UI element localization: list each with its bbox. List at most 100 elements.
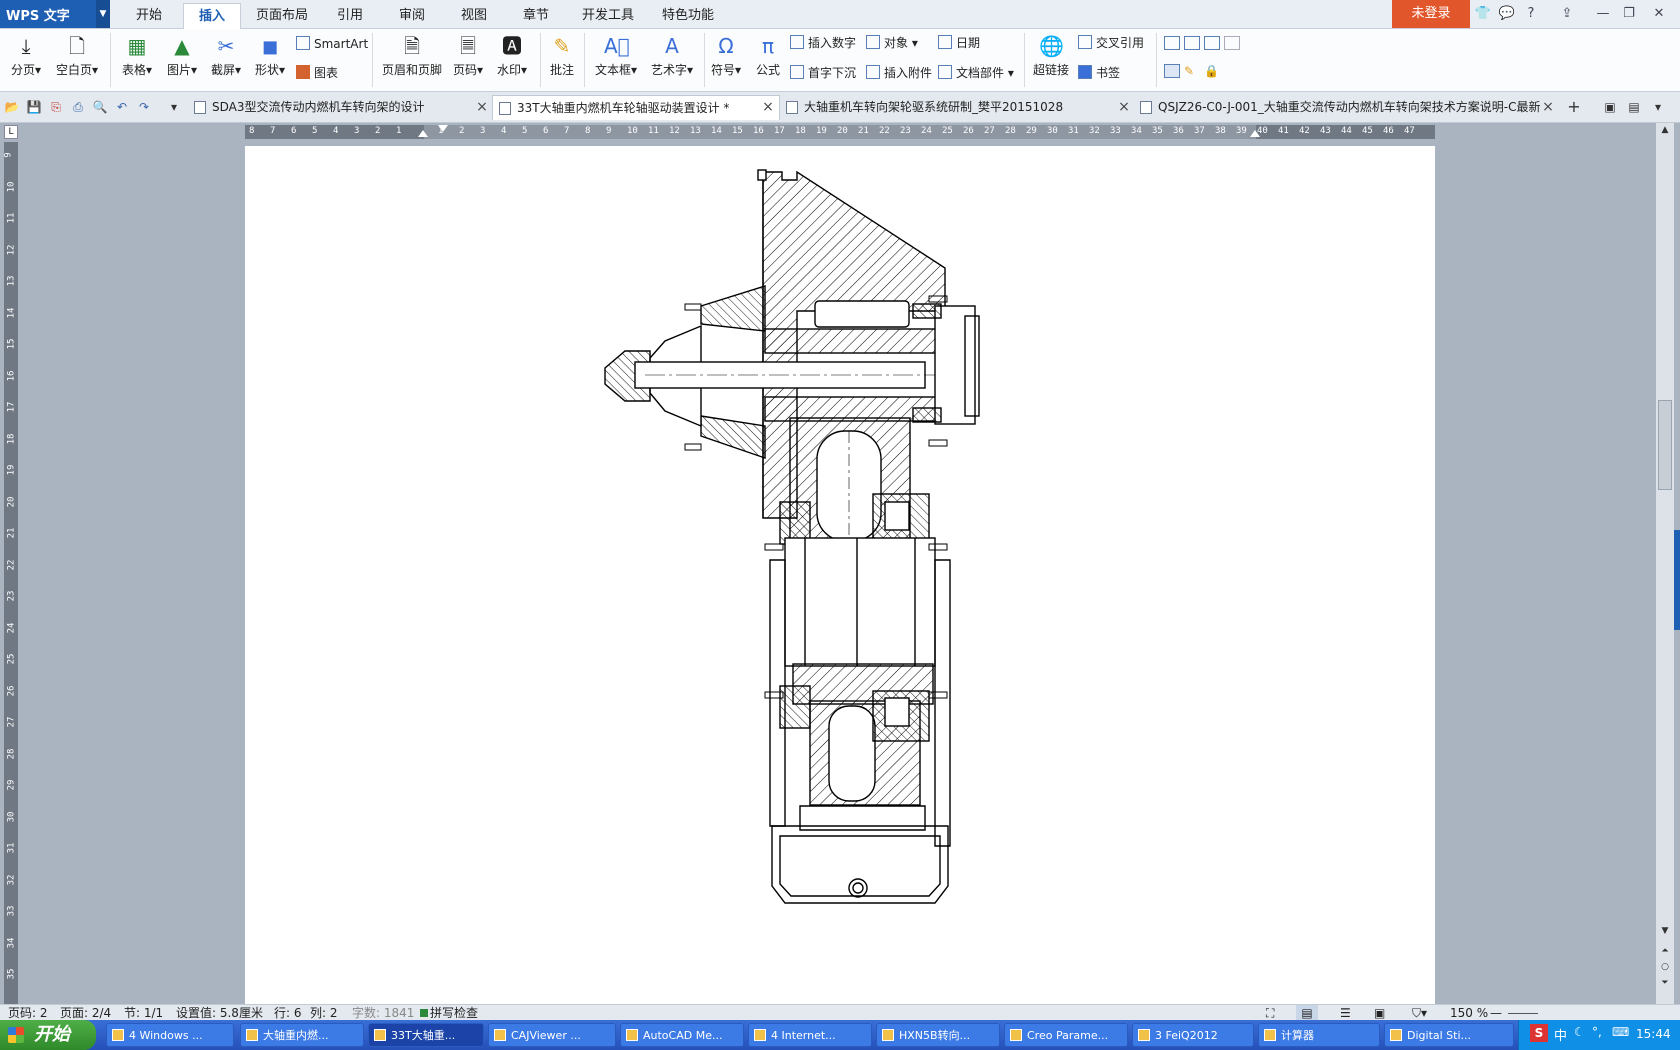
page-break-button[interactable]: ⤓ 分页▾ <box>6 34 46 78</box>
eraser-icon[interactable]: ✎ <box>1184 64 1200 78</box>
undo-icon[interactable]: ↶ <box>114 99 130 115</box>
restore-icon[interactable]: ❐ <box>1620 5 1638 23</box>
new-tab-icon[interactable]: + <box>1566 99 1582 115</box>
menu-features[interactable]: 特色功能 <box>656 0 720 28</box>
tab-document-1[interactable]: SDA3型交流传动内燃机车转向架的设计 <box>188 95 488 120</box>
scroll-down-icon[interactable]: ▼ <box>1659 926 1671 938</box>
doc-parts-button[interactable]: 文档部件 ▾ <box>938 64 1014 81</box>
chat-icon[interactable]: 💬 <box>1498 5 1516 23</box>
doc-menu-icon[interactable]: ▾ <box>1650 99 1666 115</box>
insert-number-button[interactable]: 插入数字 <box>790 34 856 51</box>
tab-document-3[interactable]: 大轴重机车转向架轮驱系统研制_樊平20151028 <box>780 95 1130 120</box>
fit-page-icon[interactable]: ⛶ <box>1266 1005 1274 1021</box>
design-mode-icon[interactable] <box>1164 64 1180 78</box>
print-preview-icon[interactable]: 🔍 <box>92 99 108 115</box>
insert-attachment-button[interactable]: 插入附件 <box>866 64 932 81</box>
taskbar-item[interactable]: AutoCAD Me... <box>620 1023 744 1047</box>
side-panel-toggle[interactable] <box>1674 530 1680 630</box>
chart-button[interactable]: 图表 <box>296 64 338 81</box>
cross-reference-button[interactable]: 交叉引用 <box>1078 34 1144 51</box>
menu-page-layout[interactable]: 页面布局 <box>252 0 312 28</box>
next-page-icon[interactable]: ⏷ <box>1659 978 1671 990</box>
share-icon[interactable]: ⇪ <box>1558 5 1576 23</box>
close-icon[interactable]: ✕ <box>1650 5 1668 23</box>
taskbar-item[interactable]: 计算器 <box>1258 1023 1380 1047</box>
picture-button[interactable]: ▲ 图片▾ <box>162 34 202 78</box>
checkbox-control-icon[interactable] <box>1184 36 1200 50</box>
print-icon[interactable]: ⎙ <box>70 99 86 115</box>
taskbar-item[interactable]: HXN5B转向... <box>876 1023 1000 1047</box>
spell-check-button[interactable]: 拼写检查 <box>430 1005 478 1021</box>
page-number-button[interactable]: 🗏 页码▾ <box>450 34 486 78</box>
shape-button[interactable]: ◼ 形状▾ <box>250 34 290 78</box>
screenshot-button[interactable]: ✂ 截屏▾ <box>206 34 246 78</box>
menu-developer[interactable]: 开发工具 <box>578 0 638 28</box>
vertical-scrollbar[interactable] <box>1656 123 1674 1004</box>
textfield-control-icon[interactable] <box>1164 36 1180 50</box>
web-view-icon[interactable]: ▣ <box>1374 1005 1385 1021</box>
taskbar-item[interactable]: 3 FeiQ2012 <box>1132 1023 1254 1047</box>
help-icon[interactable]: ? <box>1522 5 1540 23</box>
save-icon[interactable]: 💾 <box>26 99 42 115</box>
comment-button[interactable]: ✎ 批注 <box>546 34 578 78</box>
blank-page-button[interactable]: 🗋 空白页▾ <box>52 34 102 78</box>
moon-icon[interactable]: ☾ <box>1574 1025 1585 1039</box>
taskbar-item[interactable]: 33T大轴重... <box>368 1023 484 1047</box>
status-word-count[interactable]: 字数: 1841 <box>352 1005 414 1021</box>
status-pages[interactable]: 页面: 2/4 <box>60 1005 111 1021</box>
doc-switch-icon[interactable]: ▣ <box>1602 99 1618 115</box>
combo-control-icon[interactable] <box>1204 36 1220 50</box>
document-page[interactable] <box>245 146 1435 1004</box>
sogou-ime-icon[interactable]: S <box>1530 1024 1548 1042</box>
page-view-icon[interactable]: ▤ <box>1296 1005 1318 1021</box>
lock-icon[interactable]: 🔒 <box>1204 64 1220 78</box>
zoom-out-icon[interactable]: — <box>1490 1005 1502 1021</box>
customize-dropdown-icon[interactable]: ▾ <box>166 99 182 115</box>
skin-icon[interactable]: 👕 <box>1474 5 1492 23</box>
formula-button[interactable]: π 公式 <box>750 34 786 78</box>
hyperlink-button[interactable]: 🌐 超链接 <box>1030 34 1072 78</box>
menu-chapter[interactable]: 章节 <box>516 0 556 28</box>
clock[interactable]: 15:44 <box>1636 1027 1671 1041</box>
start-button[interactable]: 开始 <box>0 1020 96 1050</box>
date-button[interactable]: 日期 <box>938 34 980 51</box>
ime-mode[interactable]: 中 <box>1554 1025 1567 1044</box>
first-line-indent-marker[interactable] <box>438 125 448 132</box>
taskbar-item[interactable]: 大轴重内燃... <box>240 1023 364 1047</box>
chevron-down-icon[interactable]: ▼ <box>96 0 110 28</box>
keyboard-icon[interactable]: ⌨ <box>1612 1025 1629 1039</box>
tab-close-icon[interactable]: × <box>760 95 776 120</box>
redo-icon[interactable]: ↷ <box>136 99 152 115</box>
punctuation-icon[interactable]: °, <box>1592 1025 1602 1039</box>
login-button[interactable]: 未登录 <box>1392 0 1470 28</box>
open-folder-icon[interactable]: 📂 <box>4 99 20 115</box>
tab-close-icon[interactable]: × <box>1540 95 1556 120</box>
taskbar-item[interactable]: Digital Sti... <box>1384 1023 1514 1047</box>
minimize-icon[interactable]: — <box>1594 5 1612 23</box>
header-footer-button[interactable]: 🗎 页眉和页脚 <box>380 34 444 78</box>
scrollbar-thumb[interactable] <box>1658 400 1672 490</box>
menu-home[interactable]: 开始 <box>128 0 170 28</box>
left-indent-marker[interactable] <box>418 130 428 137</box>
frame-control-icon[interactable] <box>1224 36 1240 50</box>
symbol-button[interactable]: Ω 符号▾ <box>708 34 744 78</box>
drop-cap-button[interactable]: 首字下沉 <box>790 64 856 81</box>
menu-insert[interactable]: 插入 <box>183 3 241 30</box>
tab-close-icon[interactable]: × <box>474 95 490 120</box>
taskbar-item[interactable]: CAJViewer ... <box>488 1023 616 1047</box>
smartart-button[interactable]: SmartArt <box>296 36 368 51</box>
app-menu-button[interactable]: WPS 文字 ▼ <box>0 0 110 28</box>
tab-close-icon[interactable]: × <box>1116 95 1132 120</box>
textbox-button[interactable]: A⃞ 文本框▾ <box>592 34 640 78</box>
tab-document-4[interactable]: QSJZ26-C0-J-001_大轴重交流传动内燃机车转向架技术方案说明-C最新 <box>1134 95 1554 120</box>
taskbar-item[interactable]: Creo Parame... <box>1004 1023 1128 1047</box>
right-indent-marker[interactable] <box>1250 130 1260 137</box>
tab-document-2[interactable]: 33T大轴重内燃机车轮轴驱动装置设计 * <box>492 95 780 120</box>
menu-view[interactable]: 视图 <box>454 0 494 28</box>
doc-list-icon[interactable]: ▤ <box>1626 99 1642 115</box>
watermark-button[interactable]: 🅰 水印▾ <box>492 34 532 78</box>
zoom-slider[interactable] <box>1508 1013 1538 1014</box>
protect-icon[interactable]: ⛉▾ <box>1412 1005 1427 1021</box>
bookmark-button[interactable]: 书签 <box>1078 64 1120 81</box>
taskbar-item[interactable]: 4 Internet... <box>748 1023 872 1047</box>
